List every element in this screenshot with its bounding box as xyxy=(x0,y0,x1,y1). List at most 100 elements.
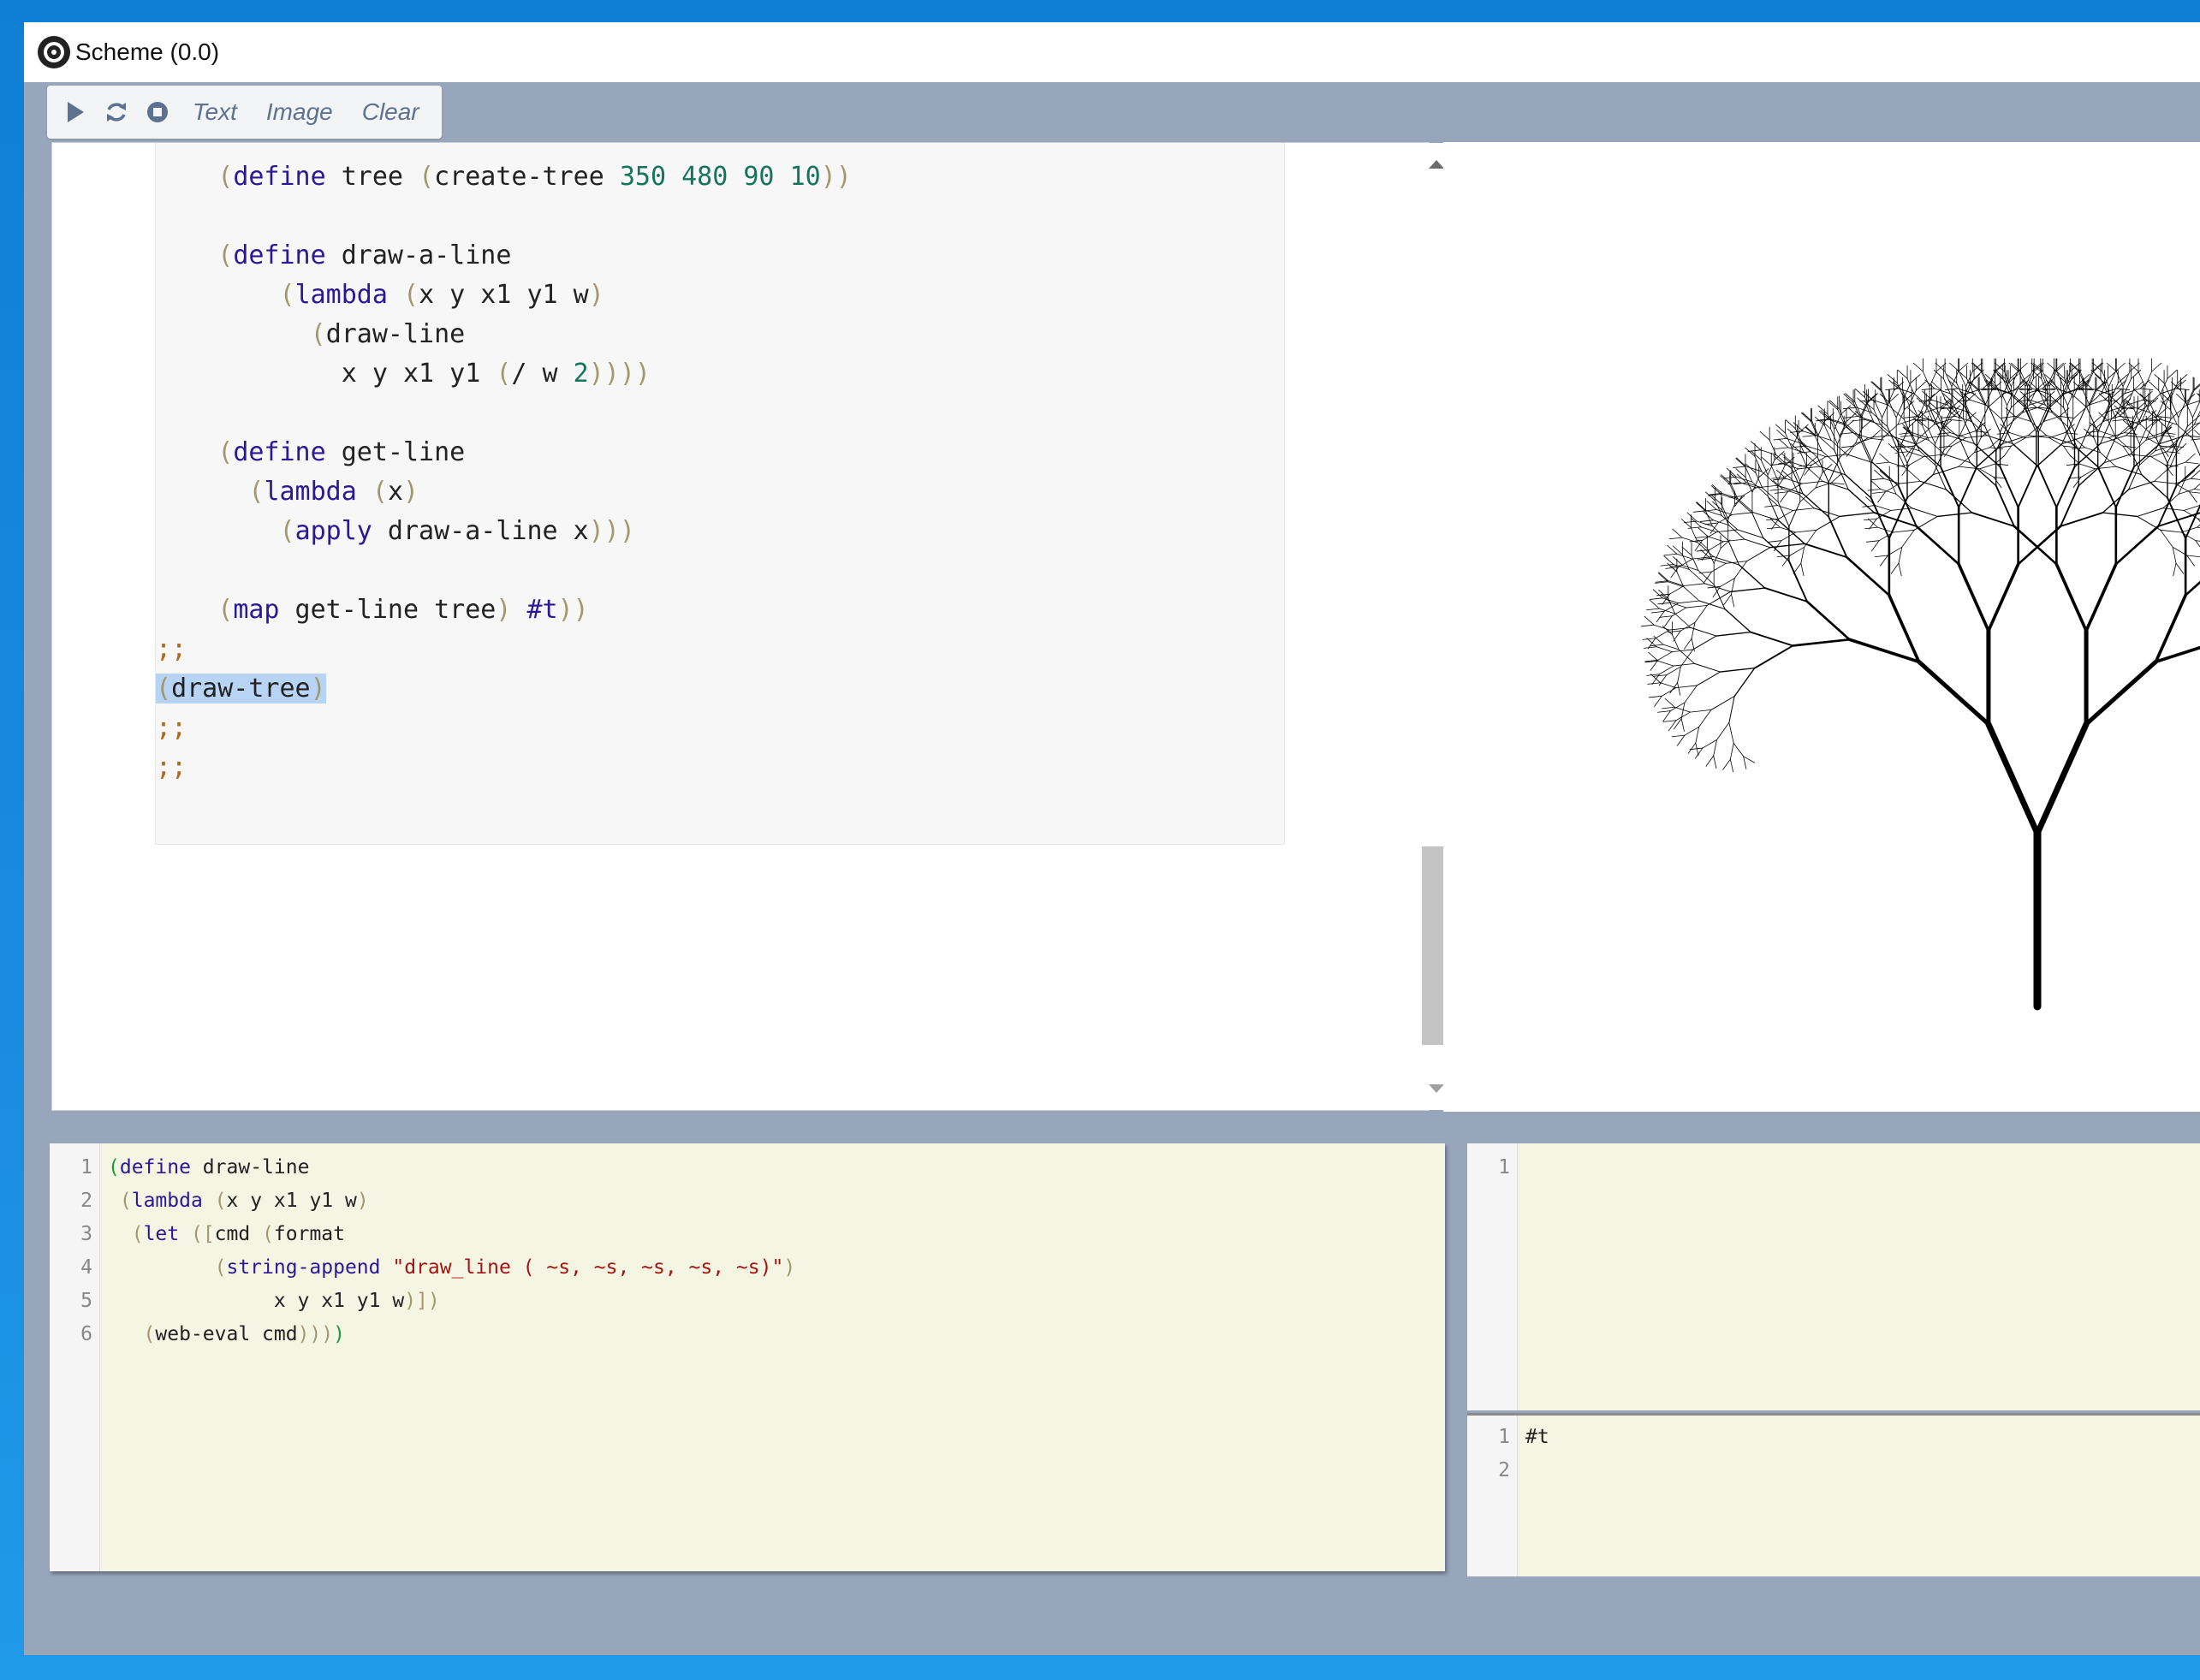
tree-branch xyxy=(1870,478,1885,481)
tree-branch xyxy=(2172,546,2177,564)
tree-branch xyxy=(2185,503,2200,540)
tree-branch xyxy=(2088,389,2096,406)
tree-branch xyxy=(1751,451,1762,460)
text-button[interactable]: Text xyxy=(182,98,247,126)
tree-branch xyxy=(1646,674,1660,676)
tree-branch xyxy=(2093,362,2104,372)
repl-input-editor[interactable]: 1 2 3 4 5 6 (define draw-line (lambda (x… xyxy=(50,1143,1445,1571)
tree-branch xyxy=(2017,466,2037,508)
tree-branch xyxy=(2037,466,2058,508)
tree-branch xyxy=(2036,442,2063,468)
tree-branch xyxy=(1721,515,1739,531)
tree-branch xyxy=(1865,540,1880,543)
repl-code-line: (web-eval cmd)))) xyxy=(143,1323,345,1345)
tree-branch xyxy=(1922,371,1930,388)
tree-branch xyxy=(2155,438,2168,464)
tree-branch xyxy=(1729,587,1766,593)
tree-branch xyxy=(2149,381,2160,391)
line-number: 5 xyxy=(80,1290,92,1312)
tree-branch xyxy=(1677,682,1681,696)
reload-icon[interactable] xyxy=(100,96,133,128)
repl-output-top[interactable]: 1 xyxy=(1467,1143,2200,1410)
tree-branch xyxy=(1653,624,1670,631)
tree-branch xyxy=(1792,638,1851,647)
repl-output-bottom[interactable]: 1 2 #t xyxy=(1467,1413,2200,1576)
tree-branch xyxy=(1778,510,1794,519)
tree-branch xyxy=(1683,586,1700,602)
tree-branch xyxy=(1805,600,1851,641)
tree-branch xyxy=(1922,424,1929,441)
tree-branch xyxy=(1694,604,1708,623)
tree-branch xyxy=(2001,435,2029,444)
tree-branch xyxy=(1657,710,1671,713)
scroll-up-icon[interactable] xyxy=(1429,160,1444,169)
line-number: 2 xyxy=(1498,1459,1510,1481)
tree-branch xyxy=(1723,594,1732,605)
scroll-down-icon[interactable] xyxy=(1429,1084,1444,1093)
tree-branch xyxy=(2102,512,2138,518)
tree-branch xyxy=(1843,419,1854,430)
tree-branch xyxy=(1919,480,1947,490)
tree-branch xyxy=(2185,470,2196,480)
tree-branch xyxy=(1706,501,1717,510)
tree-branch xyxy=(1943,445,1953,457)
tree-branch xyxy=(1733,667,1756,698)
tree-branch xyxy=(1760,449,1777,456)
line-number: 1 xyxy=(80,1156,92,1178)
tree-branch xyxy=(2072,477,2082,489)
tree-branch xyxy=(2060,512,2104,527)
tree-branch xyxy=(2195,540,2200,548)
tree-branch xyxy=(1868,435,1890,438)
tree-branch xyxy=(2003,445,2012,457)
code-comment: ;; xyxy=(156,752,187,782)
tree-branch xyxy=(1980,371,1989,388)
tree-branch xyxy=(2173,562,2177,577)
tree-branch xyxy=(2160,529,2173,548)
tree-branch xyxy=(1971,512,2015,527)
tree-branch xyxy=(1940,466,1960,508)
tree-branch xyxy=(2068,362,2079,372)
tree-branch xyxy=(1767,496,1778,506)
tree-branch xyxy=(1691,621,1696,639)
tree-branch xyxy=(1721,474,1732,484)
tree-branch xyxy=(1769,543,1805,549)
stop-icon[interactable] xyxy=(141,96,174,128)
tree-branch xyxy=(1802,493,1829,518)
tree-branch xyxy=(1664,615,1673,627)
tree-branch xyxy=(1646,608,1660,611)
tree-branch xyxy=(1820,410,1831,419)
tree-branch xyxy=(1801,413,1811,422)
tree-branch xyxy=(1741,487,1757,496)
tree-branch xyxy=(1875,505,1892,511)
tree-branch xyxy=(1705,491,1716,502)
tree-branch xyxy=(2103,454,2131,464)
tree-branch xyxy=(1676,734,1686,746)
tree-branch xyxy=(1911,508,1938,517)
tree-branch xyxy=(1695,727,1700,744)
tree-branch xyxy=(1720,475,1731,485)
code-comment: ;; xyxy=(156,634,187,664)
tree-branch xyxy=(1921,388,1935,390)
tree-branch xyxy=(2141,474,2168,499)
tree-branch xyxy=(2186,555,2200,558)
tree-branch xyxy=(1643,646,1657,649)
clear-button[interactable]: Clear xyxy=(352,98,430,126)
tree-branch xyxy=(1653,674,1668,677)
code-editor[interactable]: (define tree (create-tree 350 480 90 10)… xyxy=(51,142,1454,1111)
tree-branch xyxy=(1672,545,1683,555)
tree-branch xyxy=(1715,500,1722,516)
tree-branch xyxy=(1747,449,1762,452)
tree-branch xyxy=(2082,389,2090,407)
tree-branch xyxy=(1887,374,1898,383)
tree-branch xyxy=(1928,428,1935,445)
tree-branch xyxy=(1777,505,1794,511)
play-icon[interactable] xyxy=(59,96,92,128)
image-button[interactable]: Image xyxy=(256,98,343,126)
tree-branch xyxy=(2034,721,2090,837)
tree-branch xyxy=(2078,463,2096,470)
tree-branch xyxy=(2175,562,2185,574)
tree-branch xyxy=(2114,525,2160,566)
tree-branch xyxy=(1723,538,1745,543)
tree-branch xyxy=(1668,537,1683,540)
tree-branch xyxy=(1959,430,1976,436)
